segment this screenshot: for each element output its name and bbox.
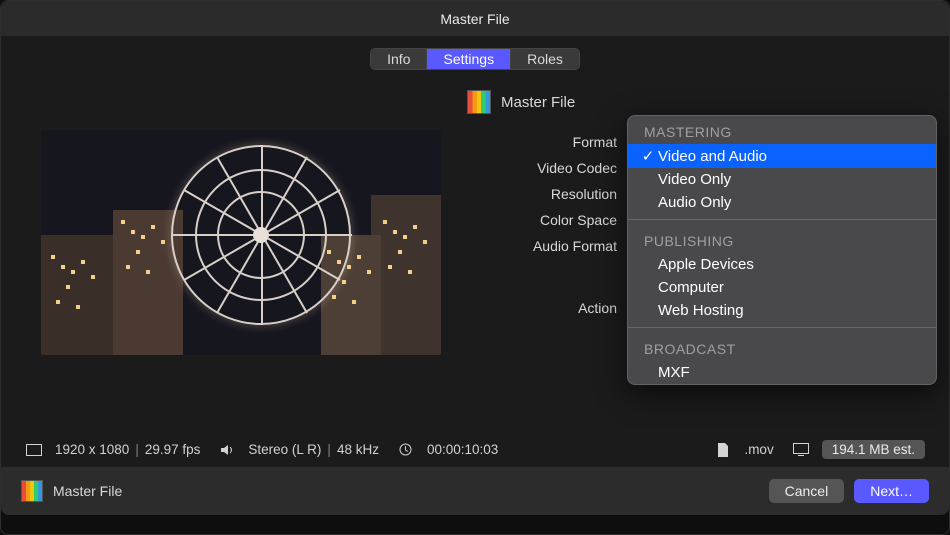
dropdown-item-apple-devices[interactable]: Apple Devices <box>628 253 936 276</box>
dropdown-item-video-only[interactable]: Video Only <box>628 168 936 191</box>
footer-preset-name: Master File <box>53 483 122 499</box>
preset-name: Master File <box>501 94 575 111</box>
label-action: Action <box>467 300 617 316</box>
label-video-codec: Video Codec <box>467 160 617 176</box>
dropdown-item-mxf[interactable]: MXF <box>628 361 936 384</box>
label-format: Format <box>467 134 617 150</box>
ferris-wheel-graphic <box>171 145 351 325</box>
dropdown-section-publishing: PUBLISHING <box>628 225 936 253</box>
dropdown-item-audio-only[interactable]: Audio Only <box>628 191 936 214</box>
dropdown-item-computer[interactable]: Computer <box>628 276 936 299</box>
dropdown-item-web-hosting[interactable]: Web Hosting <box>628 299 936 322</box>
tab-settings[interactable]: Settings <box>426 49 510 69</box>
cancel-button[interactable]: Cancel <box>769 479 845 503</box>
status-sample-rate: 48 kHz <box>337 442 379 457</box>
status-dimensions: 1920 x 1080 <box>55 442 129 457</box>
dropdown-section-mastering: MASTERING <box>628 116 936 144</box>
preview-pane <box>41 90 441 422</box>
status-audio: Stereo (L R) <box>248 442 321 457</box>
check-icon: ✓ <box>638 147 658 165</box>
status-size-estimate: 194.1 MB est. <box>822 440 925 459</box>
tab-segment: Info Settings Roles <box>370 48 580 70</box>
main-panel: Master File Format Video Codec Resolutio… <box>1 72 949 432</box>
next-button[interactable]: Next… <box>854 479 929 503</box>
label-audio-format: Audio Format <box>467 238 617 254</box>
dropdown-item-video-and-audio[interactable]: ✓ Video and Audio <box>628 144 936 168</box>
color-bars-icon <box>21 480 43 502</box>
monitor-icon <box>792 443 810 456</box>
status-bar: 1920 x 1080 | 29.97 fps Stereo (L R) | 4… <box>1 432 949 467</box>
window-title: Master File <box>440 11 509 27</box>
speaker-icon <box>218 444 236 456</box>
clock-icon <box>397 443 415 456</box>
content-area: Info Settings Roles <box>1 36 949 467</box>
tab-info[interactable]: Info <box>371 49 426 69</box>
color-bars-icon <box>467 90 491 114</box>
status-extension: .mov <box>744 442 773 457</box>
status-duration: 00:00:10:03 <box>427 442 498 457</box>
settings-pane: Master File Format Video Codec Resolutio… <box>467 90 909 422</box>
status-fps: 29.97 fps <box>145 442 201 457</box>
format-dropdown-menu: MASTERING ✓ Video and Audio Video Only A… <box>627 115 937 385</box>
file-icon <box>714 443 732 457</box>
dimensions-icon <box>25 444 43 456</box>
dropdown-section-broadcast: BROADCAST <box>628 333 936 361</box>
tab-roles[interactable]: Roles <box>510 49 579 69</box>
footer-bar: Master File Cancel Next… <box>1 467 949 515</box>
label-resolution: Resolution <box>467 186 617 202</box>
titlebar: Master File <box>1 1 949 36</box>
preset-header: Master File <box>467 90 909 114</box>
label-color-space: Color Space <box>467 212 617 228</box>
video-thumbnail <box>41 130 441 355</box>
tab-bar: Info Settings Roles <box>1 36 949 72</box>
